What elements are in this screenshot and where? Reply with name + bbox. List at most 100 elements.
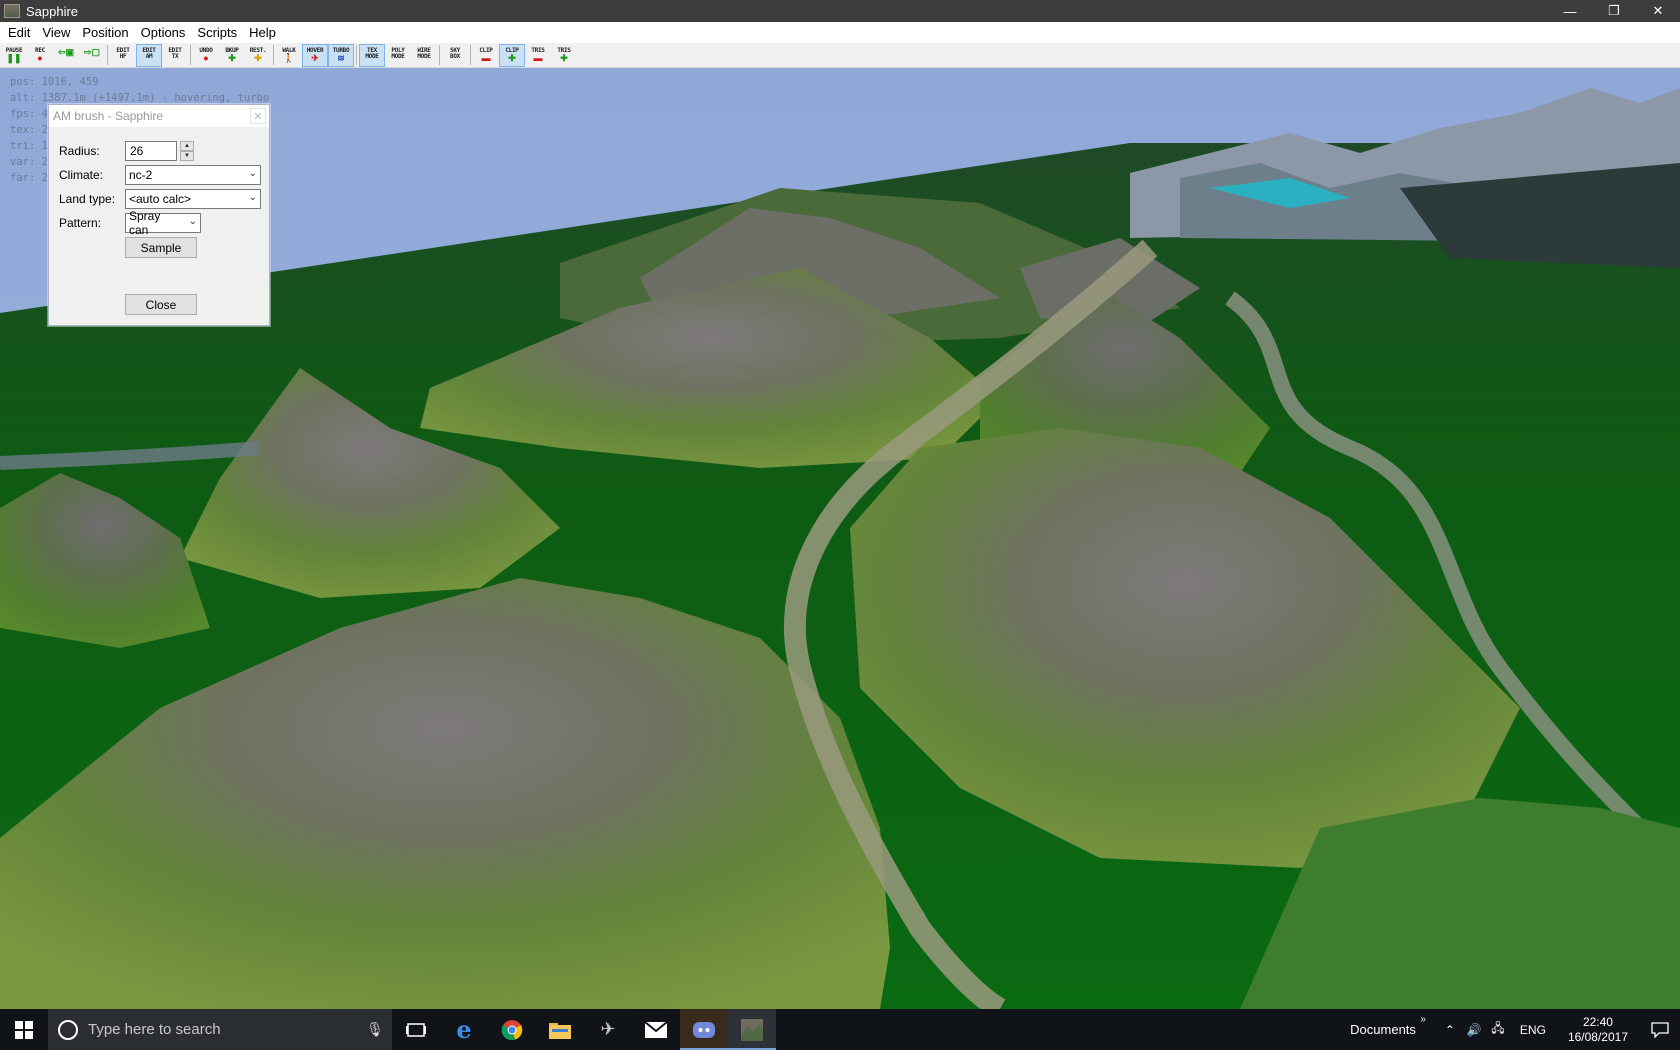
toolbar-sky-box-button[interactable]: SKY BOX xyxy=(442,44,468,67)
toolbar-clip-button[interactable]: CLIP ✚ xyxy=(499,43,525,67)
toolbar-button-label: EDIT TX xyxy=(168,46,182,60)
radius-label: Radius: xyxy=(59,144,100,158)
toolbar-glyph-icon: ▬ xyxy=(481,52,491,63)
double-chevron-icon: » xyxy=(1420,1014,1426,1025)
game-app[interactable]: ✈ xyxy=(584,1009,632,1050)
toolbar-wire-mode-button[interactable]: WIRE MODE xyxy=(411,44,437,67)
window-title: Sapphire xyxy=(26,3,79,19)
toolbar-edit-am-button[interactable]: EDIT AM xyxy=(136,43,162,67)
chevron-down-icon: ⌄ xyxy=(248,192,257,203)
spin-up-button[interactable]: ▲ xyxy=(180,141,194,151)
chrome-icon xyxy=(501,1019,523,1040)
toolbar-glyph-icon: ▬ xyxy=(533,52,543,63)
minimize-button[interactable]: — xyxy=(1548,0,1592,22)
restore-button[interactable]: ❐ xyxy=(1592,0,1636,22)
toolbar-separator xyxy=(439,45,440,65)
toolbar-poly-mode-button[interactable]: POLY MODE xyxy=(385,44,411,67)
file-explorer-app[interactable] xyxy=(536,1009,584,1050)
pattern-select[interactable]: Spray can ⌄ xyxy=(125,209,201,237)
landtype-value: <auto calc> xyxy=(129,192,192,206)
chevron-up-icon[interactable]: ⌃ xyxy=(1438,1023,1462,1037)
documents-toolbar[interactable]: Documents » xyxy=(1350,1014,1426,1037)
toolbar-turbo-button[interactable]: TURBO ≋ xyxy=(328,43,354,67)
edge-app[interactable]: e xyxy=(440,1009,488,1050)
task-view-icon xyxy=(406,1022,426,1037)
title-bar: Sapphire — ❐ ✕ xyxy=(0,0,1680,22)
toolbar-button-label: SKY BOX xyxy=(450,46,460,60)
language-indicator[interactable]: ENG xyxy=(1520,1023,1546,1037)
toolbar-glyph-icon: ✚ xyxy=(228,52,236,63)
clock[interactable]: 22:40 16/08/2017 xyxy=(1568,1015,1628,1045)
toolbar-bkup-button[interactable]: BKUP ✚ xyxy=(219,44,245,67)
toolbar-button-label: TEX MODE xyxy=(365,46,379,60)
volume-icon[interactable]: 🔊 xyxy=(1462,1023,1486,1037)
clock-date: 16/08/2017 xyxy=(1567,1029,1628,1044)
toolbar-glyph-icon: ✚ xyxy=(508,52,516,63)
toolbar-glyph-icon: ⇨▢ xyxy=(83,46,101,57)
sapphire-app[interactable] xyxy=(728,1009,776,1050)
toolbar-separator xyxy=(356,45,357,65)
toolbar-icon-button[interactable]: ⇦▣ xyxy=(53,44,79,67)
toolbar-icon-button[interactable]: ⇨▢ xyxy=(79,44,105,67)
folder-icon xyxy=(549,1022,571,1039)
notification-icon xyxy=(1651,1021,1669,1038)
climate-label: Climate: xyxy=(59,168,104,182)
sapphire-app-icon xyxy=(741,1018,763,1041)
landtype-select[interactable]: <auto calc> ⌄ xyxy=(125,189,261,209)
toolbar-button-label: EDIT HF xyxy=(116,46,130,60)
climate-value: nc-2 xyxy=(129,168,153,182)
landtype-row: Land type: <auto calc> ⌄ xyxy=(59,189,261,209)
toolbar-tris-button[interactable]: TRIS ✚ xyxy=(551,44,577,67)
toolbar-clip-button[interactable]: CLIP ▬ xyxy=(473,44,499,67)
microphone-icon[interactable]: 🎙 xyxy=(358,1021,392,1038)
toolbar-tris-button[interactable]: TRIS ▬ xyxy=(525,44,551,67)
toolbar-glyph-icon: ✚ xyxy=(560,52,568,63)
action-center-button[interactable] xyxy=(1640,1009,1680,1050)
network-icon[interactable]: 🖧 xyxy=(1486,1019,1510,1040)
menu-options[interactable]: Options xyxy=(135,22,192,43)
toolbar-tex-mode-button[interactable]: TEX MODE xyxy=(359,43,385,67)
mail-icon xyxy=(645,1021,667,1038)
toolbar-rest-button[interactable]: REST. ✚ xyxy=(245,44,271,67)
toolbar-separator xyxy=(190,45,191,65)
taskbar-search[interactable]: Type here to search 🎙 xyxy=(48,1009,392,1050)
toolbar-glyph-icon: 🚶 xyxy=(283,52,295,63)
app-icon xyxy=(4,4,20,18)
climate-select[interactable]: nc-2 ⌄ xyxy=(125,165,261,185)
mail-app[interactable] xyxy=(632,1009,680,1050)
task-view-button[interactable] xyxy=(392,1009,440,1050)
toolbar-button-label: EDIT AM xyxy=(142,46,156,60)
toolbar-walk-button[interactable]: WALK 🚶 xyxy=(276,44,302,67)
discord-app[interactable] xyxy=(680,1009,728,1050)
chrome-app[interactable] xyxy=(488,1009,536,1050)
menu-edit[interactable]: Edit xyxy=(2,22,36,43)
toolbar-separator xyxy=(273,45,274,65)
toolbar-undo-button[interactable]: UNDO ● xyxy=(193,44,219,67)
spin-down-button[interactable]: ▼ xyxy=(180,151,194,161)
sample-button[interactable]: Sample xyxy=(125,237,197,258)
landtype-label: Land type: xyxy=(59,192,116,206)
menu-position[interactable]: Position xyxy=(76,22,134,43)
toolbar-rec-button[interactable]: REC ● xyxy=(27,44,53,67)
documents-label: Documents xyxy=(1350,1022,1416,1037)
menu-help[interactable]: Help xyxy=(243,22,282,43)
radius-input[interactable] xyxy=(125,141,177,161)
toolbar-edit-tx-button[interactable]: EDIT TX xyxy=(162,44,188,67)
start-button[interactable] xyxy=(0,1009,48,1050)
clock-time: 22:40 xyxy=(1582,1014,1613,1029)
toolbar-pause-button[interactable]: PAUSE ❚❚ xyxy=(1,44,27,67)
close-button[interactable]: ✕ xyxy=(1636,0,1680,22)
menu-scripts[interactable]: Scripts xyxy=(191,22,243,43)
dialog-close-icon[interactable]: ✕ xyxy=(250,108,266,124)
dialog-title-bar: AM brush - Sapphire ✕ xyxy=(49,105,269,127)
toolbar-glyph-icon: ✈ xyxy=(311,52,319,63)
system-tray: Documents » ⌃ 🔊 🖧 ENG 22:40 16/08/2017 xyxy=(1350,1009,1680,1050)
close-dialog-button[interactable]: Close xyxy=(125,294,197,315)
toolbar-glyph-icon: ✚ xyxy=(254,52,262,63)
toolbar-hover-button[interactable]: HOVER ✈ xyxy=(302,43,328,67)
toolbar-edit-hf-button[interactable]: EDIT HF xyxy=(110,44,136,67)
radius-row: Radius: ▲ ▼ xyxy=(59,141,194,161)
menu-view[interactable]: View xyxy=(36,22,76,43)
chevron-down-icon: ⌄ xyxy=(188,216,197,227)
dialog-title: AM brush - Sapphire xyxy=(53,109,164,123)
